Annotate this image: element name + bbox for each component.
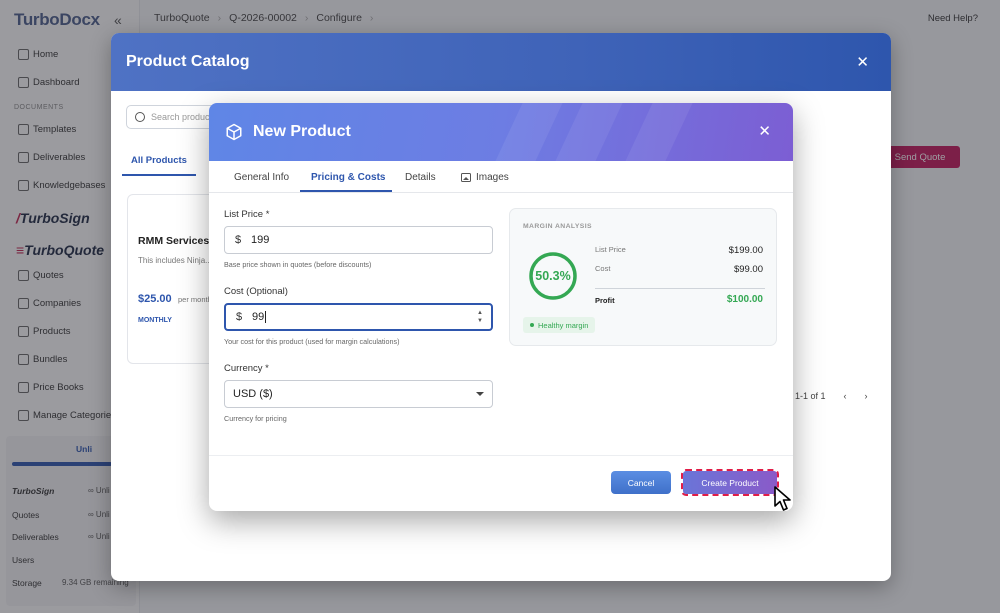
currency-symbol: $ [235, 311, 243, 323]
margin-percent: 50.3% [535, 269, 571, 283]
product-card-period: per month [178, 295, 212, 304]
status-dot-icon [530, 323, 534, 327]
image-icon [461, 173, 471, 182]
tab-images[interactable]: Images [461, 172, 509, 183]
pagination-range: 1-1 of 1 [795, 391, 826, 401]
cost-label: Cost (Optional) [224, 286, 288, 297]
product-card-title: RMM Services [138, 235, 210, 247]
margin-profit-value: $100.00 [726, 294, 763, 305]
margin-list-price-value: $199.00 [728, 245, 763, 256]
margin-cost-value: $99.00 [733, 264, 763, 275]
list-price-input[interactable]: $ 199 [224, 226, 493, 254]
tab-general-info[interactable]: General Info [234, 172, 289, 183]
mouse-cursor-icon [774, 486, 791, 511]
currency-select[interactable]: USD ($) [224, 380, 493, 408]
margin-analysis-card: MARGIN ANALYSIS 50.3% List Price $199.00… [509, 208, 777, 346]
cube-icon [226, 123, 242, 141]
tab-pricing-costs[interactable]: Pricing & Costs [311, 172, 385, 183]
list-price-label: List Price * [224, 209, 270, 220]
footer-divider [209, 455, 793, 456]
status-badge: Healthy margin [523, 317, 596, 333]
create-product-button[interactable]: Create Product [681, 469, 779, 496]
new-product-modal: New Product ✕ General Info Pricing & Cos… [209, 103, 793, 511]
margin-cost-label: Cost [595, 264, 611, 273]
tab-bar: General Info Pricing & Costs Details Ima… [209, 161, 793, 193]
list-price-hint: Base price shown in quotes (before disco… [224, 260, 372, 269]
margin-analysis-title: MARGIN ANALYSIS [523, 223, 592, 230]
status-text: Healthy margin [538, 320, 589, 330]
currency-hint: Currency for pricing [224, 414, 287, 423]
cost-input[interactable]: $ 99 ▲ ▼ [224, 303, 493, 331]
cost-value: 99 [252, 311, 265, 323]
tab-details[interactable]: Details [405, 172, 436, 183]
product-card-billing: MONTHLY [138, 317, 172, 324]
active-tab-indicator [122, 174, 196, 176]
catalog-header: Product Catalog [111, 33, 891, 91]
tab-all-products[interactable]: All Products [131, 155, 187, 166]
search-icon [135, 112, 145, 122]
modal-title: New Product [253, 123, 351, 140]
cancel-button[interactable]: Cancel [611, 471, 671, 494]
tab-label: Images [476, 172, 509, 183]
currency-label: Currency * [224, 363, 269, 374]
new-product-header: New Product [209, 103, 793, 161]
catalog-title: Product Catalog [126, 53, 250, 70]
prev-page-button[interactable]: ‹ [844, 391, 847, 401]
close-button[interactable]: ✕ [758, 122, 771, 140]
catalog-close-button[interactable]: ✕ [856, 53, 869, 71]
currency-value: USD ($) [233, 388, 273, 400]
text-caret [265, 311, 267, 323]
currency-symbol: $ [234, 234, 242, 246]
divider [595, 288, 765, 289]
margin-list-price-label: List Price [595, 245, 626, 254]
pagination: 1-1 of 1 ‹ › [795, 391, 868, 401]
number-stepper[interactable]: ▲ ▼ [477, 309, 483, 325]
cost-hint: Your cost for this product (used for mar… [224, 337, 400, 346]
next-page-button[interactable]: › [865, 391, 868, 401]
active-tab-indicator [300, 190, 392, 192]
list-price-value: 199 [251, 234, 270, 246]
margin-profit-label: Profit [595, 296, 615, 305]
product-card-price: $25.00 [138, 293, 172, 305]
chevron-down-icon [476, 392, 484, 396]
product-card-description: This includes Ninja... [138, 256, 212, 265]
